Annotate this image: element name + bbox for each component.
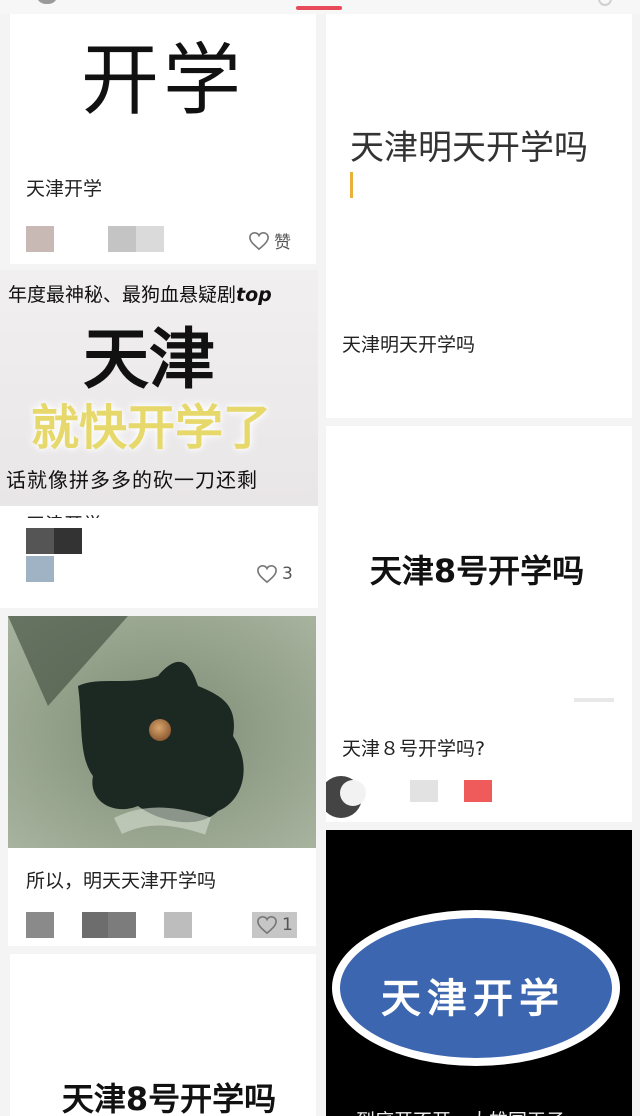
promo-cover-image: 年度最神秘、最狗血悬疑剧top 天津 就快开学了 话就像拼多多的砍一刀还剩 <box>0 270 318 506</box>
heart-outline-icon <box>249 231 269 250</box>
card-cover-text: 开学 <box>80 36 245 126</box>
author-name-blurred <box>164 912 192 938</box>
feed-card-6[interactable]: 天津开学 到底开不开，大雄国王子 <box>326 830 632 1116</box>
feed-card-7[interactable]: 天津8号开学吗 <box>10 954 316 1116</box>
feed-card-4[interactable]: 天津8号开学吗 天津８号开学吗? <box>326 426 632 822</box>
author-name-blurred <box>410 780 438 802</box>
author-avatar-highlight <box>340 780 366 806</box>
active-tab-indicator <box>296 6 342 10</box>
like-button[interactable]: 赞 <box>248 228 291 253</box>
like-button[interactable]: 1 <box>252 912 297 938</box>
feed-card-5[interactable]: 所以，明天天津开学吗 1 <box>8 616 316 946</box>
author-avatar <box>26 912 54 938</box>
author-name-blurred <box>108 226 136 252</box>
watermark-line <box>574 698 614 702</box>
promo-subtitle: 就快开学了 <box>30 400 271 456</box>
like-label: 赞 <box>274 233 291 253</box>
author-avatar <box>54 528 82 554</box>
author-name-blurred <box>108 912 136 938</box>
card-caption-partial: 天津开学 <box>26 508 102 518</box>
author-row[interactable] <box>326 776 632 818</box>
author-avatar <box>26 528 54 554</box>
like-count: 1 <box>282 915 293 935</box>
avatar-partial[interactable] <box>36 0 58 4</box>
promo-top-tag: top <box>236 284 272 306</box>
author-avatar <box>26 556 54 582</box>
author-name-blurred <box>136 226 164 252</box>
like-count: 3 <box>282 564 293 584</box>
promo-top-text: 年度最神秘、最狗血悬疑剧 <box>8 284 237 306</box>
card-caption-partial: 到底开不开，大雄国王子 <box>356 1106 565 1116</box>
author-row[interactable]: 3 <box>26 528 316 584</box>
like-indicator[interactable] <box>464 780 492 802</box>
like-button[interactable]: 3 <box>256 564 293 584</box>
card-cover-text: 天津8号开学吗 <box>369 552 585 590</box>
feed-card-1[interactable]: 开学 天津开学 赞 <box>10 14 316 264</box>
search-icon[interactable] <box>598 0 612 6</box>
author-row[interactable]: 1 <box>26 912 316 938</box>
card-caption: 天津开学 <box>26 178 103 200</box>
moon-forest-image <box>8 616 316 848</box>
feed-card-2[interactable]: 天津明天开学吗 天津明天开学吗 <box>326 14 632 418</box>
card-cover-text: 天津明天开学吗 <box>350 128 588 168</box>
author-name-blurred <box>82 912 108 938</box>
text-cursor <box>350 172 353 198</box>
oval-text: 天津开学 <box>381 976 565 1022</box>
heart-outline-icon <box>257 564 277 584</box>
author-avatar <box>26 226 54 252</box>
heart-outline-icon <box>257 915 277 935</box>
card-caption: 天津８号开学吗? <box>342 738 486 760</box>
author-row[interactable]: 赞 <box>26 226 316 253</box>
top-tab-bar <box>0 0 640 14</box>
feed-card-3[interactable]: 年度最神秘、最狗血悬疑剧top 天津 就快开学了 话就像拼多多的砍一刀还剩 天津… <box>0 270 318 608</box>
card-caption: 天津明天开学吗 <box>342 334 476 356</box>
card-caption: 所以，明天天津开学吗 <box>26 870 217 892</box>
card-cover-text: 天津8号开学吗 <box>61 1080 277 1116</box>
promo-bottom-text: 话就像拼多多的砍一刀还剩 <box>6 468 258 492</box>
